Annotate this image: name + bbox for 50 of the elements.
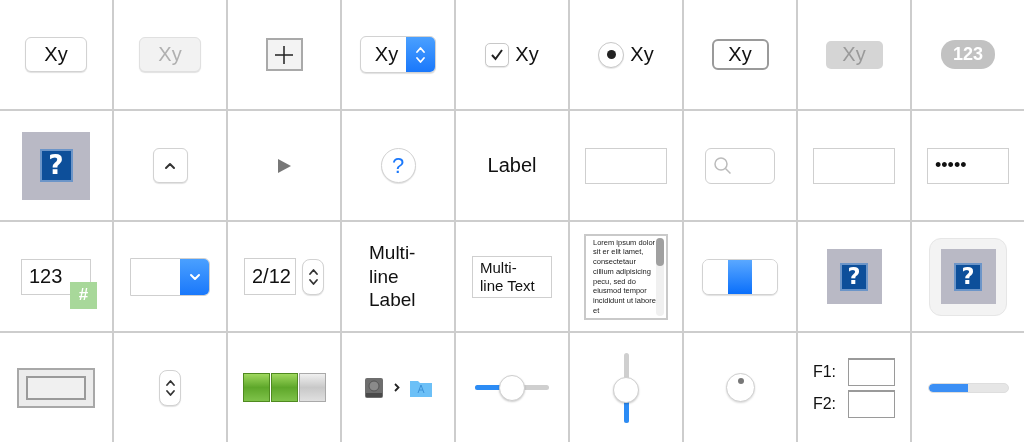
radio-label: Xy (630, 43, 654, 66)
vertical-slider[interactable] (613, 352, 639, 423)
question-mark-icon: ? (39, 149, 73, 182)
checkmark-icon (490, 47, 505, 62)
checkbox[interactable] (485, 42, 510, 67)
slider-thumb[interactable] (499, 374, 525, 401)
hard-drive-icon (364, 376, 384, 399)
push-button[interactable]: Xy (25, 37, 87, 72)
search-field[interactable] (705, 147, 775, 184)
question-mark-icon: ? (954, 262, 982, 291)
stepper[interactable] (159, 369, 181, 406)
square-button[interactable] (265, 38, 303, 71)
image-button[interactable]: ? (929, 237, 1007, 316)
scroll-thumb[interactable] (656, 237, 664, 266)
stepper[interactable] (302, 258, 324, 295)
slider-thumb[interactable] (613, 376, 639, 403)
stepper-value-field[interactable]: 2/12 (244, 258, 296, 295)
folder-icon (410, 378, 432, 397)
up-down-arrows-icon (415, 44, 427, 65)
text-field[interactable] (585, 147, 667, 184)
text-view[interactable]: Multi- line Text (472, 255, 552, 298)
form-label: F2: (812, 394, 837, 413)
horizontal-slider[interactable] (475, 374, 549, 401)
segment[interactable] (727, 259, 753, 294)
token-field[interactable] (813, 147, 895, 184)
popup-button[interactable]: Xy (359, 36, 437, 73)
form-label: F1: (812, 362, 837, 381)
question-mark-icon: ? (840, 262, 868, 291)
bordered-button[interactable]: Xy (711, 39, 769, 70)
formatter-badge: # (70, 281, 97, 309)
checkbox-label: Xy (515, 43, 539, 66)
path-control[interactable] (364, 376, 432, 399)
multiline-label: Multi-line Label (369, 240, 417, 313)
circular-slider[interactable] (725, 373, 755, 402)
help-button[interactable]: ? (380, 148, 416, 183)
chevron-right-icon (394, 383, 400, 392)
radio-button[interactable] (598, 41, 625, 68)
plus-icon (274, 44, 294, 65)
label: Label (487, 154, 537, 177)
count-badge: 123 (940, 40, 995, 69)
search-icon (713, 155, 733, 176)
segmented-control[interactable] (702, 258, 778, 295)
disclosure-triangle-icon[interactable] (277, 158, 291, 173)
form-field[interactable] (848, 389, 896, 418)
combo-box[interactable] (130, 257, 210, 296)
password-field[interactable]: ••••• (927, 147, 1009, 184)
up-down-arrows-icon (164, 377, 176, 398)
up-down-arrows-icon (307, 266, 319, 287)
disclosure-button[interactable] (152, 148, 188, 183)
form-field[interactable] (848, 357, 896, 386)
